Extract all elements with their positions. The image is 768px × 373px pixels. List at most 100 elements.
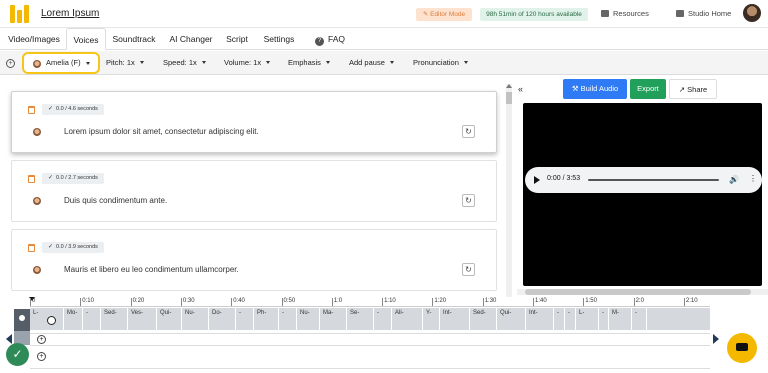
timeline-segment[interactable]: Ma-	[320, 308, 347, 330]
studio-home-link[interactable]: Studio Home	[676, 9, 731, 18]
emphasis-dropdown[interactable]: Emphasis	[288, 51, 330, 75]
script-block[interactable]: ✓ 0.0 / 4.6 seconds Lorem ipsum dolor sit…	[11, 91, 497, 153]
scroll-left-icon[interactable]	[6, 334, 12, 344]
video-preview	[523, 103, 762, 286]
export-button[interactable]: Export	[630, 79, 666, 99]
timeline-tick: 1:30	[482, 298, 497, 306]
timeline-segment[interactable]: Qui-	[497, 308, 526, 330]
timeline-ruler[interactable]: 0 0:10 0:20 0:30 0:40 0:50 1:0 1:10 1:20 1:30 1:40…	[29, 297, 710, 307]
timeline-segment[interactable]: -	[83, 308, 101, 330]
timeline-segment[interactable]: Ali-	[392, 308, 423, 330]
timeline-segment[interactable]: -	[374, 308, 392, 330]
editor-mode-label: Editor Mode	[430, 11, 466, 18]
chevron-down-icon	[201, 61, 206, 64]
scrollbar-thumb[interactable]	[525, 289, 751, 295]
sentence-text[interactable]: Mauris et libero eu leo condimentum ulla…	[64, 265, 239, 274]
regenerate-icon[interactable]: ↻	[462, 125, 475, 138]
duration-badge: ✓ 0.0 / 2.7 seconds	[42, 173, 104, 184]
audio-progress-bar[interactable]	[588, 179, 719, 181]
tab-voices[interactable]: Voices	[66, 28, 106, 50]
pronunciation-label: Pronunciation	[413, 58, 459, 67]
timeline-tick: 0	[29, 298, 36, 306]
project-title[interactable]: Lorem Ipsum	[41, 8, 99, 19]
timeline-segment[interactable]: -	[565, 308, 576, 330]
timeline-segment[interactable]: -	[599, 308, 609, 330]
timeline-tick: 1:40	[533, 298, 547, 306]
tab-faq[interactable]: ? FAQ	[312, 28, 348, 50]
build-audio-label: Build Audio	[580, 84, 619, 93]
playhead-handle[interactable]	[47, 316, 56, 325]
timeline-segment[interactable]: -	[279, 308, 297, 330]
add-block-icon[interactable]: +	[6, 59, 15, 68]
timeline-segment[interactable]: Ves-	[128, 308, 157, 330]
volume-icon[interactable]: 🔊	[729, 175, 739, 184]
timeline-segment[interactable]: Qui-	[157, 308, 182, 330]
speaker-avatar	[33, 266, 41, 274]
timeline-segment[interactable]: Nu-	[182, 308, 209, 330]
trash-icon[interactable]	[28, 106, 35, 114]
tab-video-images[interactable]: Video/Images	[2, 28, 66, 50]
extra-track[interactable]: +	[30, 347, 710, 369]
add-icon[interactable]: +	[37, 335, 46, 344]
timeline-segment[interactable]: Int-	[526, 308, 554, 330]
resources-link[interactable]: Resources	[601, 9, 649, 18]
voice-name: Amelia (F)	[46, 58, 81, 67]
tab-script[interactable]: Script	[222, 28, 252, 50]
speed-dropdown[interactable]: Speed: 1x	[163, 51, 206, 75]
sentence-text[interactable]: Duis quis condimentum ante.	[64, 196, 167, 205]
play-icon[interactable]	[534, 176, 540, 184]
timeline-segment[interactable]: Se-	[347, 308, 374, 330]
trash-icon[interactable]	[28, 175, 35, 183]
scrollbar-thumb[interactable]	[506, 92, 512, 104]
chat-icon[interactable]	[727, 333, 757, 363]
timeline-segment[interactable]: -	[236, 308, 254, 330]
right-panel-scrollbar[interactable]	[517, 289, 768, 295]
timeline-segment[interactable]: Sed-	[101, 308, 128, 330]
tab-ai-changer[interactable]: AI Changer	[166, 28, 216, 50]
voice-selector[interactable]: Amelia (F)	[22, 52, 100, 74]
add-pause-dropdown[interactable]: Add pause	[349, 51, 394, 75]
script-block[interactable]: ✓ 0.0 / 3.9 seconds Mauris et libero eu l…	[11, 229, 497, 291]
check-icon[interactable]: ✓	[6, 343, 29, 366]
timeline-segment[interactable]: Ph-	[254, 308, 279, 330]
regenerate-icon[interactable]: ↻	[462, 194, 475, 207]
regenerate-icon[interactable]: ↻	[462, 263, 475, 276]
tab-soundtrack[interactable]: Soundtrack	[110, 28, 158, 50]
scroll-right-icon[interactable]	[713, 334, 719, 344]
pitch-dropdown[interactable]: Pitch: 1x	[106, 51, 144, 75]
soundtrack-track[interactable]: +	[30, 333, 710, 346]
timeline-segment[interactable]: Nu-	[297, 308, 320, 330]
scroll-up-icon[interactable]	[506, 84, 512, 88]
tab-settings[interactable]: Settings	[260, 28, 298, 50]
add-icon[interactable]: +	[37, 352, 46, 361]
hammer-icon: ⚒	[571, 84, 581, 93]
timeline-tick: 0:10	[80, 298, 94, 306]
user-avatar[interactable]	[743, 4, 761, 22]
main-tabs: Video/Images Voices Soundtrack AI Change…	[0, 28, 768, 50]
timeline-segment[interactable]: M-	[609, 308, 632, 330]
voice-avatar	[33, 60, 41, 68]
more-options-icon[interactable]: ⋮	[749, 174, 757, 183]
duration-label: 0.0 / 2.7 seconds	[56, 175, 98, 181]
timeline-segment[interactable]: -	[554, 308, 565, 330]
sentence-text[interactable]: Lorem ipsum dolor sit amet, consectetur …	[64, 127, 259, 136]
pronunciation-dropdown[interactable]: Pronunciation	[413, 51, 468, 75]
timeline-segment[interactable]: Sed-	[470, 308, 497, 330]
timeline-segment[interactable]: Mo-	[64, 308, 83, 330]
collapse-panel-icon[interactable]: «	[518, 84, 523, 94]
volume-dropdown[interactable]: Volume: 1x	[224, 51, 271, 75]
timeline-segment[interactable]: L-	[576, 308, 599, 330]
build-audio-button[interactable]: ⚒ Build Audio	[563, 79, 627, 99]
timeline-segment[interactable]: Int-	[440, 308, 470, 330]
share-button[interactable]: ↗ Share	[669, 79, 717, 99]
timeline-segment[interactable]: Do-	[209, 308, 236, 330]
timeline-segment[interactable]: Y-	[423, 308, 440, 330]
script-block[interactable]: ✓ 0.0 / 2.7 seconds Duis quis condimentum…	[11, 160, 497, 222]
trash-icon[interactable]	[28, 244, 35, 252]
timeline-segment[interactable]: -	[632, 308, 647, 330]
script-scrollbar[interactable]	[506, 84, 512, 297]
chevron-down-icon	[86, 62, 90, 65]
chevron-down-icon	[389, 61, 394, 64]
voice-track[interactable]: L- Mo- - Sed- Ves- Qui- Nu- Do- - Ph- - Nu- Ma- Se- - A…	[30, 308, 710, 330]
editor-mode-badge[interactable]: ✎ Editor Mode	[416, 8, 472, 21]
